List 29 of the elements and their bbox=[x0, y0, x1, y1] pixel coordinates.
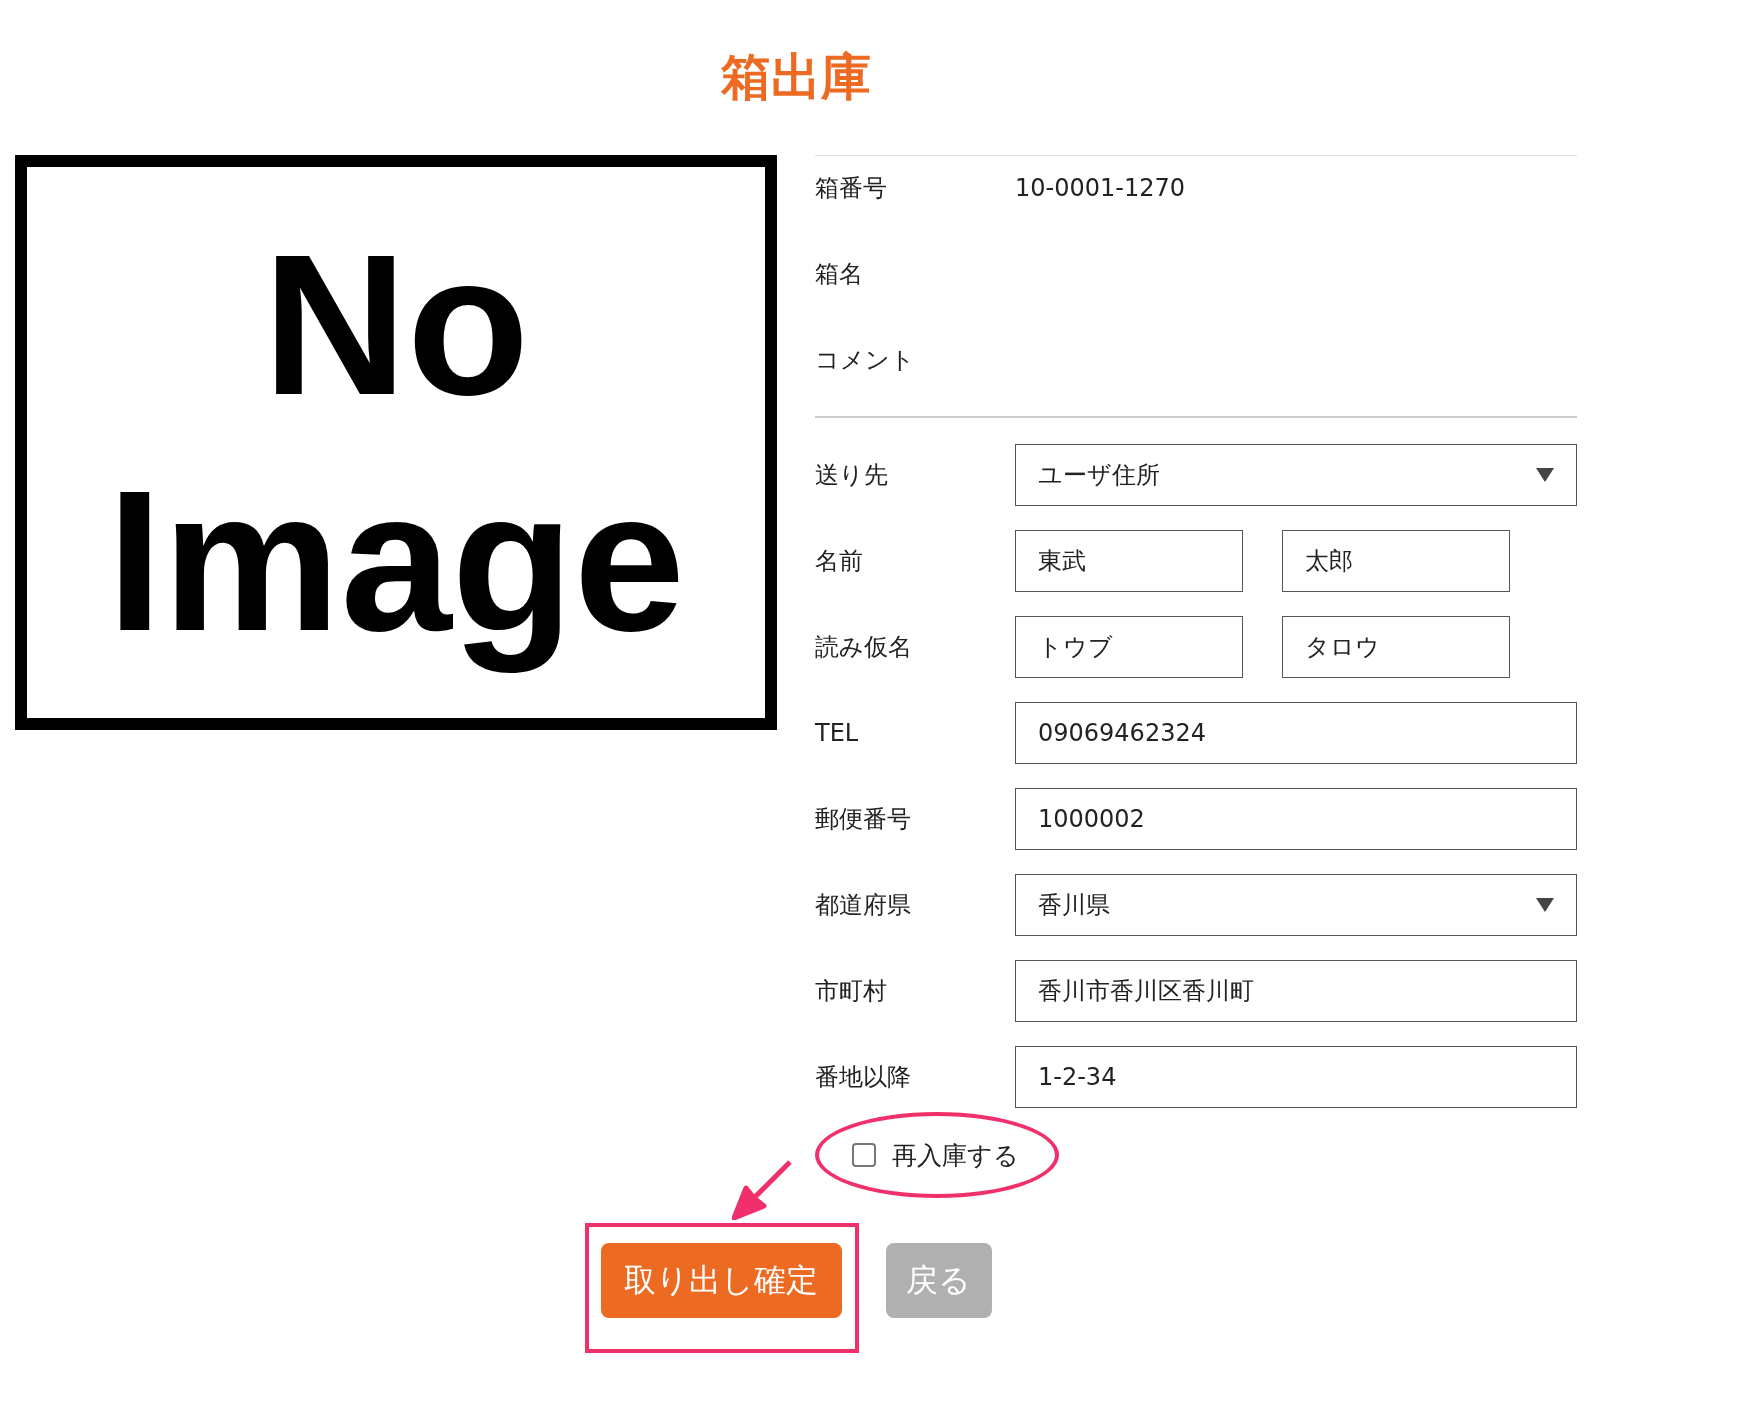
input-field[interactable]: 東武 bbox=[1015, 530, 1243, 592]
input-field[interactable]: 09069462324 bbox=[1015, 702, 1577, 764]
select-field[interactable]: 香川県 bbox=[1015, 874, 1577, 936]
input-field[interactable]: 1-2-34 bbox=[1015, 1046, 1577, 1108]
input-field[interactable]: 香川市香川区香川町 bbox=[1015, 960, 1577, 1022]
field-label: TEL bbox=[815, 719, 860, 747]
caret-icon bbox=[1536, 898, 1554, 912]
field-label: 番地以降 bbox=[815, 1062, 912, 1093]
caret-icon bbox=[1536, 468, 1554, 482]
input-field[interactable]: トウブ bbox=[1015, 616, 1243, 678]
checkbox-label[interactable]: 再入庫する bbox=[892, 1138, 1019, 1172]
field-label: 送り先 bbox=[815, 460, 889, 491]
input-field[interactable]: 1000002 bbox=[1015, 788, 1577, 850]
input-field[interactable]: タロウ bbox=[1282, 616, 1510, 678]
field-label: 市町村 bbox=[815, 976, 888, 1007]
field-label: 箱名 bbox=[815, 259, 864, 290]
select-field[interactable]: ユーザ住所 bbox=[1015, 444, 1577, 506]
field-label: 箱番号 bbox=[815, 173, 888, 204]
no-image-text: No Image bbox=[107, 211, 685, 675]
field-label: コメント bbox=[815, 345, 916, 376]
field-label: 郵便番号 bbox=[815, 804, 912, 835]
field-label: 都道府県 bbox=[815, 890, 912, 921]
field-label: 読み仮名 bbox=[815, 632, 913, 663]
input-field[interactable]: 太郎 bbox=[1282, 530, 1510, 592]
page-title: 箱出庫 bbox=[721, 47, 871, 108]
field-value: 10-0001-1270 bbox=[1015, 174, 1185, 202]
field-label: 名前 bbox=[815, 546, 864, 577]
checkbox[interactable] bbox=[852, 1143, 876, 1167]
arrow bbox=[732, 1158, 794, 1220]
